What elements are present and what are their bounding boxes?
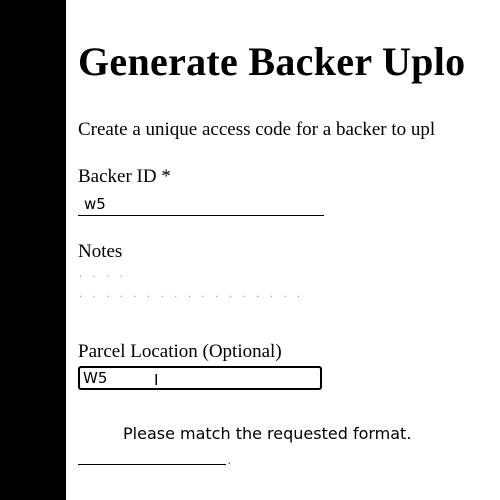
backer-id-label: Backer ID * bbox=[78, 166, 171, 187]
text-cursor-icon: I bbox=[154, 371, 159, 389]
left-dark-sidebar bbox=[0, 0, 66, 500]
parcel-location-label: Parcel Location (Optional) bbox=[78, 341, 282, 362]
backer-id-input[interactable]: w5 bbox=[84, 195, 106, 213]
parcel-location-field[interactable] bbox=[78, 366, 322, 390]
validation-tooltip: Please match the requested format. bbox=[123, 424, 412, 443]
next-field-dot: . bbox=[228, 456, 231, 467]
notes-placeholder-line-2[interactable]: · · · · · · · · · · · · · · · · · bbox=[78, 292, 303, 301]
backer-id-underline bbox=[78, 215, 324, 216]
notes-placeholder-line-1: · · · · bbox=[78, 272, 126, 281]
next-field-underline[interactable] bbox=[78, 464, 226, 465]
parcel-location-input[interactable] bbox=[83, 369, 313, 387]
page-subtitle: Create a unique access code for a backer… bbox=[78, 119, 436, 140]
form-page: Generate Backer Uplo Create a unique acc… bbox=[78, 0, 500, 500]
page-title: Generate Backer Uplo bbox=[78, 39, 466, 84]
notes-label: Notes bbox=[78, 241, 123, 262]
